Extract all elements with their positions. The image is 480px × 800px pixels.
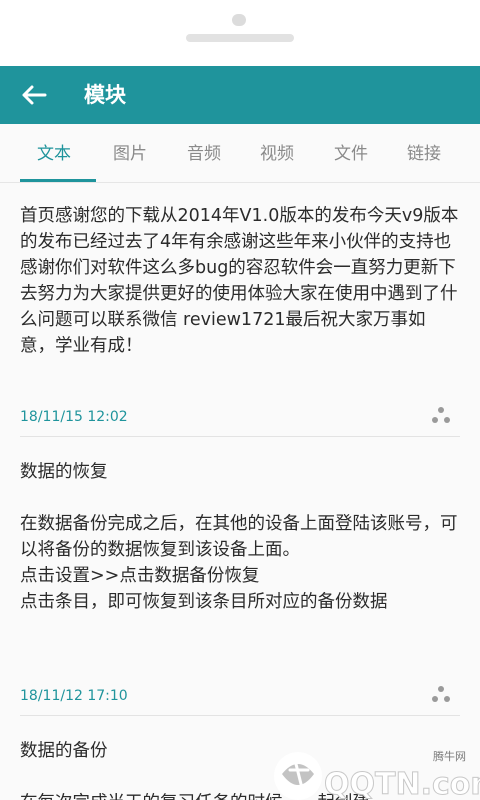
page-title: 模块: [84, 83, 126, 107]
device-camera: [232, 14, 246, 26]
list-item[interactable]: 首页感谢您的下载从2014年V1.0版本的发布今天v9版本的发布已经过去了4年有…: [20, 203, 460, 359]
tab-files[interactable]: 文件: [334, 142, 368, 166]
note-body: 首页感谢您的下载从2014年V1.0版本的发布今天v9版本的发布已经过去了4年有…: [20, 206, 459, 356]
note-body: 数据的恢复 在数据备份完成之后，在其他的设备上面登陆该账号，可以将备份的数据恢复…: [20, 462, 458, 612]
device-speaker: [186, 34, 294, 42]
watermark-logo: QQTN.com 腾牛网: [268, 744, 480, 800]
note-meta: 18/11/15 12:02: [20, 403, 460, 431]
tab-audio[interactable]: 音频: [187, 142, 221, 166]
divider: [20, 436, 460, 437]
list-item[interactable]: 数据的恢复 在数据备份完成之后，在其他的设备上面登陆该账号，可以将备份的数据恢复…: [20, 459, 460, 615]
app-bar: 模块: [0, 66, 480, 124]
note-date: 18/11/15 12:02: [20, 409, 128, 425]
watermark-label: 腾牛网: [433, 750, 466, 763]
tab-bar: 文本 图片 音频 视频 文件 链接: [0, 124, 480, 183]
tab-video[interactable]: 视频: [260, 142, 294, 166]
watermark-logo-text: QQTN.com: [324, 767, 480, 800]
tab-links[interactable]: 链接: [407, 142, 441, 166]
divider: [20, 715, 460, 716]
note-date: 18/11/12 17:10: [20, 688, 128, 704]
back-button[interactable]: [14, 75, 54, 115]
device-top-bezel: [0, 0, 480, 66]
screen: 模块 文本 图片 音频 视频 文件 链接 首页感谢您的下载从2014年V1.0版…: [0, 0, 480, 800]
note-list[interactable]: 首页感谢您的下载从2014年V1.0版本的发布今天v9版本的发布已经过去了4年有…: [0, 183, 480, 800]
arrow-left-icon: [22, 85, 47, 105]
share-icon[interactable]: [430, 405, 452, 427]
tab-indicator: [20, 179, 96, 182]
tab-text[interactable]: 文本: [37, 142, 71, 166]
note-meta: 18/11/12 17:10: [20, 682, 460, 710]
tab-images[interactable]: 图片: [113, 142, 147, 166]
share-icon[interactable]: [430, 684, 452, 706]
